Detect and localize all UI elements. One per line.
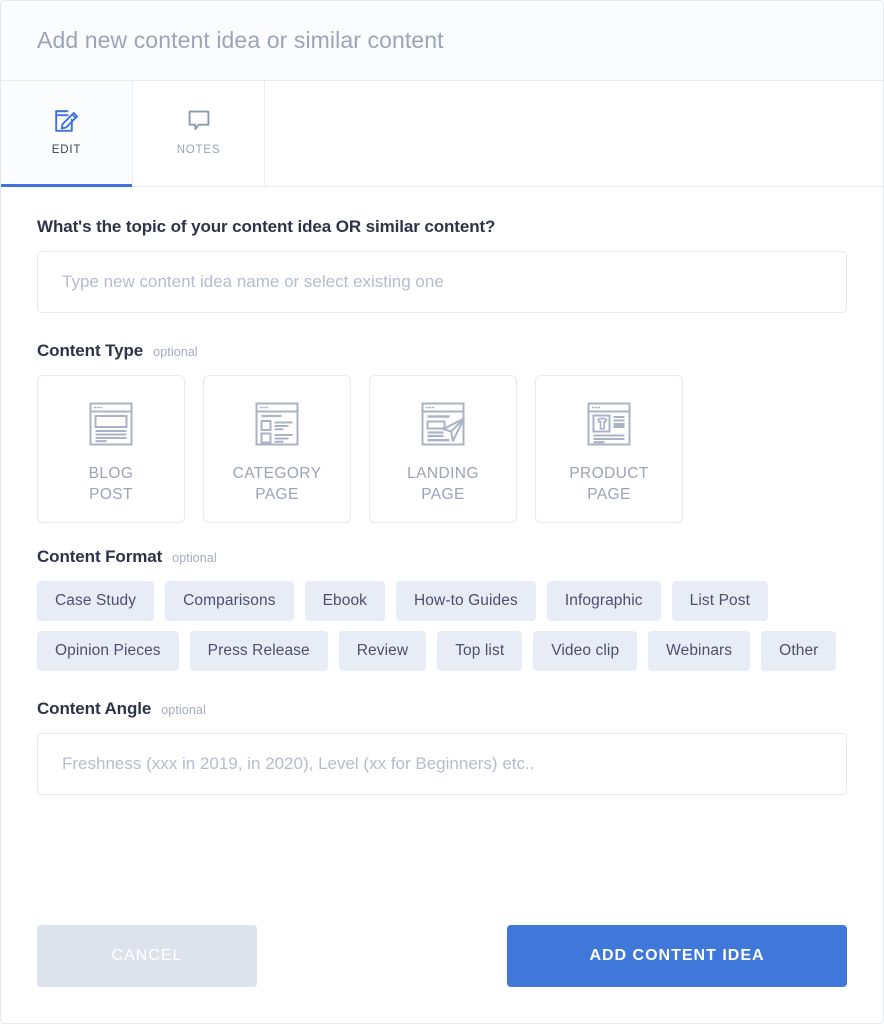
content-format-chip[interactable]: Other <box>761 631 837 671</box>
topic-label: What's the topic of your content idea OR… <box>37 217 847 237</box>
topic-label-text: What's the topic of your content idea OR… <box>37 217 496 236</box>
content-format-chip[interactable]: Press Release <box>189 631 328 671</box>
content-type-card-category-page[interactable]: CATEGORY PAGE <box>203 375 351 523</box>
tab-bar-filler <box>265 81 883 186</box>
content-type-card-label: CATEGORY PAGE <box>232 465 322 503</box>
add-content-idea-modal: Add new content idea or similar content … <box>0 0 884 1024</box>
edit-pencil-icon <box>53 107 81 135</box>
content-angle-label-text: Content Angle <box>37 699 152 718</box>
content-format-chip[interactable]: Top list <box>437 631 523 671</box>
content-format-chip[interactable]: Webinars <box>648 631 751 671</box>
content-angle-input[interactable] <box>37 733 847 795</box>
content-format-chip[interactable]: Comparisons <box>165 581 294 621</box>
cancel-button[interactable]: CANCEL <box>37 925 257 987</box>
product-page-icon <box>583 398 635 450</box>
modal-body: What's the topic of your content idea OR… <box>1 187 883 925</box>
content-format-chip[interactable]: Review <box>338 631 427 671</box>
content-format-chip[interactable]: Infographic <box>546 581 661 621</box>
category-page-icon <box>251 398 303 450</box>
content-type-card-blog-post[interactable]: BLOG POST <box>37 375 185 523</box>
content-format-chip-group: Case Study Comparisons Ebook How-to Guid… <box>37 581 837 671</box>
speech-bubble-icon <box>185 107 213 135</box>
content-type-card-label: LANDING PAGE <box>407 465 479 503</box>
content-format-label: Content Format optional <box>37 547 847 567</box>
content-format-chip[interactable]: Case Study <box>37 581 155 621</box>
content-type-card-landing-page[interactable]: LANDING PAGE <box>369 375 517 523</box>
content-type-label: Content Type optional <box>37 341 847 361</box>
content-format-chip[interactable]: Opinion Pieces <box>37 631 179 671</box>
tab-notes-label: NOTES <box>176 144 221 156</box>
topic-input[interactable] <box>37 251 847 313</box>
content-format-optional: optional <box>172 551 217 565</box>
content-format-chip[interactable]: Video clip <box>533 631 638 671</box>
content-type-card-label: BLOG POST <box>88 465 134 503</box>
content-type-optional: optional <box>153 345 198 359</box>
landing-page-icon <box>417 398 469 450</box>
add-content-idea-button[interactable]: ADD CONTENT IDEA <box>507 925 847 987</box>
content-type-card-product-page[interactable]: PRODUCT PAGE <box>535 375 683 523</box>
modal-header: Add new content idea or similar content <box>1 1 883 81</box>
content-format-chip[interactable]: Ebook <box>304 581 386 621</box>
content-format-chip[interactable]: How-to Guides <box>396 581 536 621</box>
tab-edit[interactable]: EDIT <box>1 81 133 187</box>
content-angle-optional: optional <box>161 703 206 717</box>
content-type-card-label: PRODUCT PAGE <box>569 465 649 503</box>
tab-bar: EDIT NOTES <box>1 81 883 187</box>
content-type-label-text: Content Type <box>37 341 144 360</box>
blog-post-icon <box>85 398 137 450</box>
content-format-label-text: Content Format <box>37 547 163 566</box>
content-format-chip[interactable]: List Post <box>671 581 768 621</box>
content-angle-label: Content Angle optional <box>37 699 847 719</box>
page-title: Add new content idea or similar content <box>37 27 444 53</box>
tab-notes[interactable]: NOTES <box>133 81 265 186</box>
content-type-card-group: BLOG POST CATEGORY PAGE LANDING PAGE PRO… <box>37 375 847 523</box>
tab-edit-label: EDIT <box>51 144 82 156</box>
modal-footer: CANCEL ADD CONTENT IDEA <box>1 925 883 1023</box>
